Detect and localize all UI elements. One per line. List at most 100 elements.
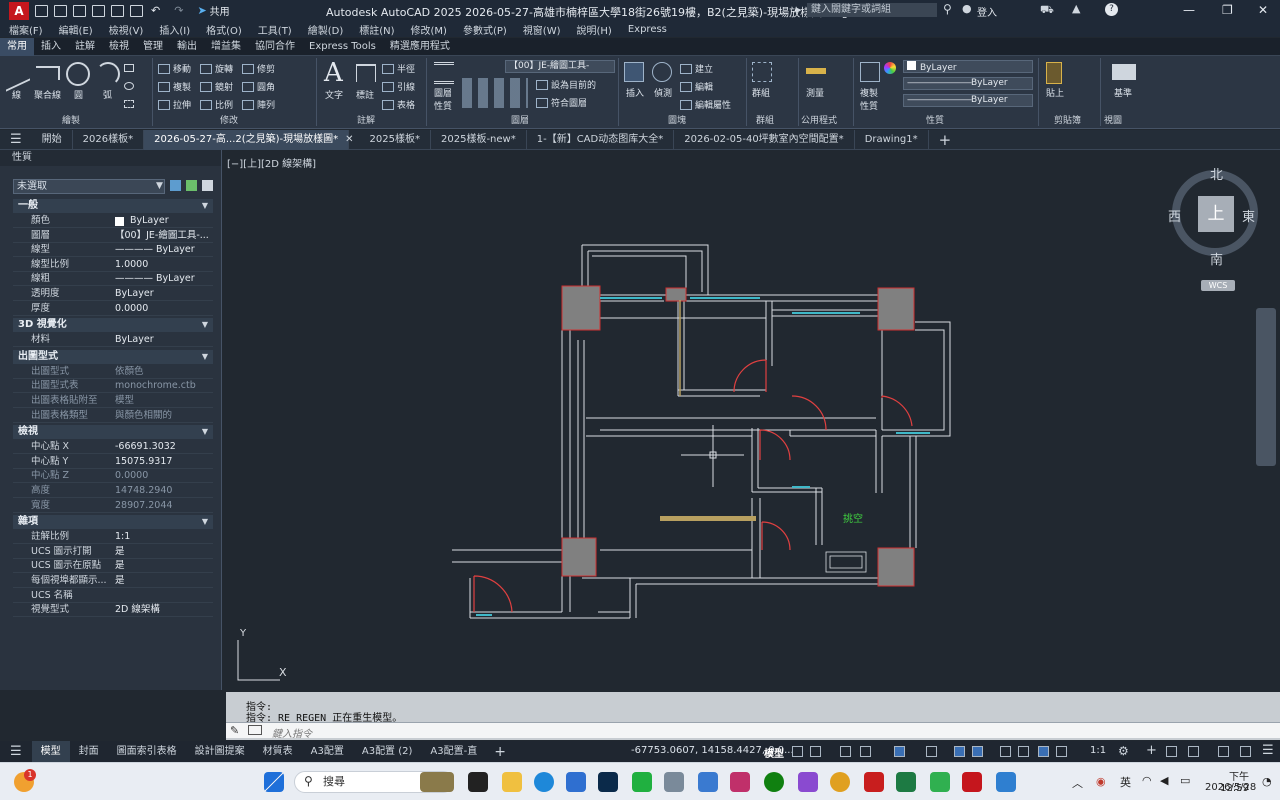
polar-tracking-icon[interactable] <box>894 746 905 757</box>
property-row[interactable]: 線粗 ———— ByLayer <box>13 272 213 287</box>
xbox-icon[interactable] <box>764 772 784 792</box>
chevron-down-icon[interactable]: ▼ <box>202 515 208 529</box>
share-icon[interactable]: ➤ <box>197 4 206 17</box>
fillet-button[interactable]: 圓角 <box>257 80 275 93</box>
minimize-button[interactable]: — <box>1183 3 1195 17</box>
clipboard-panel-label[interactable]: 剪貼簿 <box>1054 113 1081 126</box>
wrench-icon[interactable]: ✎ <box>230 724 239 737</box>
arc-button[interactable]: 弧 <box>103 88 112 101</box>
menu-item-7[interactable]: 標註(N) <box>359 22 394 37</box>
menu-item-1[interactable]: 編輯(E) <box>59 22 93 37</box>
property-row[interactable]: 顏色 ByLayer <box>13 214 213 228</box>
clock-date[interactable]: 2026/5/28 <box>1205 782 1256 793</box>
transparency-icon[interactable] <box>1018 746 1029 757</box>
grid-icon[interactable] <box>792 746 803 757</box>
property-row[interactable]: 視覺型式 2D 線架構 <box>13 603 213 618</box>
ribbon-tab-0[interactable]: 常用 <box>0 37 34 56</box>
layout-tab-4[interactable]: 材質表 <box>254 741 302 762</box>
menu-item-8[interactable]: 修改(M) <box>411 22 447 37</box>
chevron-down-icon[interactable]: ▼ <box>202 350 208 364</box>
customization-icon[interactable]: ☰ <box>1262 743 1274 758</box>
recent-commands-icon[interactable] <box>248 725 262 735</box>
trim-button[interactable]: 修剪 <box>257 62 275 75</box>
workspace-gear-icon[interactable]: ⚙ <box>1118 744 1129 758</box>
color-dropdown[interactable]: ByLayer <box>903 60 1033 73</box>
ribbon-tab-7[interactable]: 協同合作 <box>248 38 302 56</box>
command-window[interactable]: 指令: 指令: RE REGEN 正在重生模型。 ✎ 鍵入指令 <box>226 692 1280 740</box>
ribbon-tab-8[interactable]: Express Tools <box>302 38 383 56</box>
property-row[interactable]: 中心點 Z 0.0000 <box>13 469 213 484</box>
color-wheel-icon[interactable] <box>884 62 896 74</box>
menu-item-0[interactable]: 檔案(F) <box>9 22 43 37</box>
layout-tab-6[interactable]: A3配置 (2) <box>353 741 422 762</box>
maximize-button[interactable]: ❐ <box>1222 3 1233 17</box>
close-button[interactable]: ✕ <box>1258 3 1268 17</box>
edge-icon[interactable] <box>534 772 554 792</box>
dynamic-input-icon[interactable] <box>840 746 851 757</box>
ribbon-tab-1[interactable]: 插入 <box>34 38 68 56</box>
property-row[interactable]: 厚度 0.0000 <box>13 302 213 316</box>
tray-chevron-icon[interactable]: ︿ <box>1072 775 1083 791</box>
base-view-icon[interactable] <box>1112 64 1136 80</box>
group-icon[interactable] <box>752 62 772 82</box>
create-block-button[interactable]: 建立 <box>695 62 713 75</box>
ellipse-icon[interactable] <box>124 82 134 90</box>
notifications-icon[interactable]: ◔ <box>1262 775 1272 788</box>
property-row[interactable]: UCS 名稱 <box>13 589 213 603</box>
autocad-taskbar-icon[interactable] <box>962 772 982 792</box>
wcs-menu[interactable]: WCS <box>1201 280 1235 291</box>
new-file-icon[interactable] <box>35 4 48 17</box>
utilities-panel-label[interactable]: 公用程式 <box>801 113 837 126</box>
base-view-button[interactable]: 基準 <box>1114 86 1132 99</box>
quick-select-icon[interactable] <box>202 180 213 191</box>
text-icon[interactable]: A <box>324 58 343 88</box>
menu-item-4[interactable]: 格式(O) <box>206 22 242 37</box>
units-icon[interactable] <box>1166 746 1177 757</box>
property-row[interactable]: 中心點 X -66691.3032 <box>13 440 213 455</box>
command-input[interactable]: ✎ 鍵入指令 <box>226 722 1280 740</box>
rectangle-icon[interactable] <box>124 64 134 72</box>
property-row[interactable]: 中心點 Y 15075.9317 <box>13 455 213 469</box>
annotation-scale[interactable]: 1:1 <box>1090 745 1106 756</box>
measure-icon[interactable] <box>806 68 826 74</box>
compass-north[interactable]: 北 <box>1210 164 1223 183</box>
property-row[interactable]: 透明度 ByLayer <box>13 287 213 301</box>
menu-item-3[interactable]: 插入(I) <box>159 22 190 37</box>
document-tab-4[interactable]: 2025樣板-new* <box>431 129 527 150</box>
chevron-down-icon[interactable]: ▼ <box>202 318 208 332</box>
expand-arrow-icon[interactable]: ▸ <box>796 3 802 16</box>
clean-screen-icon[interactable] <box>1240 746 1251 757</box>
hardware-acceleration-icon[interactable] <box>1188 746 1199 757</box>
wifi-icon[interactable]: ◠ <box>1142 774 1152 787</box>
line-app-icon[interactable] <box>632 772 652 792</box>
insert-button[interactable]: 插入 <box>626 86 644 99</box>
autocad-logo[interactable]: A <box>9 1 29 20</box>
rotate-button[interactable]: 旋轉 <box>215 62 233 75</box>
group-button[interactable]: 群組 <box>752 86 770 99</box>
document-tab-3[interactable]: 2025樣板* <box>360 129 431 150</box>
set-current-button[interactable]: 設為目前的 <box>551 78 596 91</box>
property-section-0[interactable]: 一般 ▼ <box>13 199 213 213</box>
save-icon[interactable] <box>73 4 86 17</box>
property-section-3[interactable]: 檢視 ▼ <box>13 425 213 440</box>
document-tab-2[interactable]: 2026-05-27-高...2(之見築)-現場放樣圖* <box>144 129 350 150</box>
property-row[interactable]: 出圖表格貼附至 模型 <box>13 394 213 408</box>
excel-icon[interactable] <box>896 772 916 792</box>
property-section-2[interactable]: 出圖型式 ▼ <box>13 349 213 364</box>
menu-item-9[interactable]: 參數式(P) <box>463 22 507 37</box>
windows-start-icon[interactable] <box>264 772 284 792</box>
compass-south[interactable]: 南 <box>1210 249 1223 268</box>
menu-item-2[interactable]: 檢視(V) <box>109 22 144 37</box>
property-row[interactable]: UCS 圖示打開 是 <box>13 545 213 559</box>
compass-east[interactable]: 東 <box>1242 206 1255 225</box>
calculator-icon[interactable] <box>664 772 684 792</box>
layout-tab-3[interactable]: 設計圖提案 <box>186 741 254 762</box>
mirror-button[interactable]: 鏡射 <box>215 80 233 93</box>
hamburger-menu-icon[interactable]: ☰ <box>0 132 32 147</box>
app-six-icon[interactable] <box>930 772 950 792</box>
menu-item-6[interactable]: 繪製(D) <box>308 22 344 37</box>
menu-item-5[interactable]: 工具(T) <box>258 22 292 37</box>
ribbon-tab-6[interactable]: 增益集 <box>204 38 248 56</box>
cart-icon[interactable]: ⛟ <box>1040 3 1054 18</box>
drawing-canvas[interactable]: [−][上][2D 線架構] 挑空 Y X 上 北 南 東 西 WCS <box>226 150 1280 690</box>
